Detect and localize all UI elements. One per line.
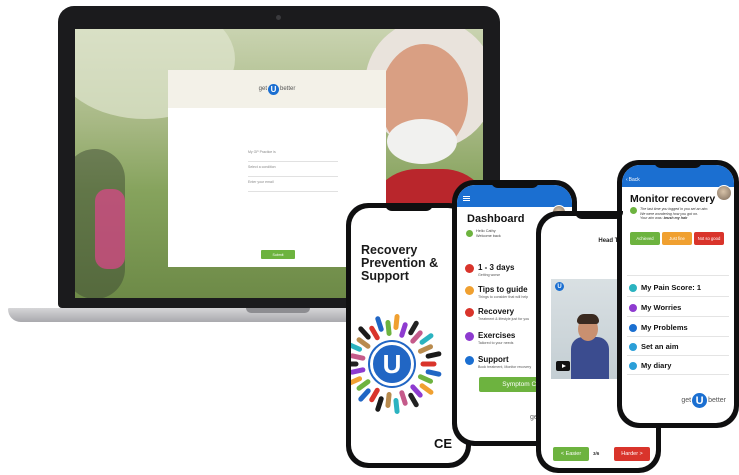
pain-score-icon bbox=[629, 283, 637, 292]
set-aim-item[interactable]: Set an aim bbox=[629, 342, 679, 351]
recovery-screen: Recovery Prevention & Support U CE bbox=[351, 208, 466, 463]
play-icon bbox=[465, 332, 474, 341]
hamburger-menu-icon[interactable] bbox=[463, 196, 470, 201]
gp-practice-field[interactable]: My GP Practice is bbox=[248, 150, 338, 162]
condition-select[interactable]: Select a condition bbox=[248, 165, 338, 177]
support-icon bbox=[465, 356, 474, 365]
diary-icon bbox=[629, 361, 637, 370]
worries-item[interactable]: My Worries bbox=[629, 303, 681, 312]
person-figure bbox=[420, 361, 437, 367]
recovery-title: Recovery Prevention & Support bbox=[361, 243, 439, 283]
camera-icon bbox=[276, 15, 281, 20]
getubetter-logo: get U better bbox=[681, 393, 726, 408]
lightbulb-icon bbox=[465, 286, 474, 295]
page-title: Monitor recovery bbox=[630, 193, 716, 205]
person-figure bbox=[351, 352, 366, 361]
dashboard-item-recovery[interactable]: Recovery Treatment & lifestyle just for … bbox=[465, 307, 529, 321]
email-field[interactable]: Enter your email bbox=[248, 180, 338, 192]
aim-icon bbox=[629, 342, 637, 351]
person-figure bbox=[351, 361, 359, 367]
worries-icon bbox=[629, 303, 637, 312]
login-header: get U better bbox=[168, 70, 386, 108]
person-figure bbox=[398, 321, 409, 339]
person-figure bbox=[351, 367, 366, 376]
chat-icon bbox=[466, 230, 473, 237]
monitor-screen: ‹ Back Monitor recovery The last time yo… bbox=[622, 165, 734, 423]
just-fine-button[interactable]: Just fine bbox=[662, 232, 692, 245]
dashboard-item-days[interactable]: 1 - 3 days Getting worse bbox=[465, 263, 514, 277]
ce-mark: CE bbox=[433, 436, 452, 451]
top-bar: ‹ Back bbox=[622, 165, 734, 187]
person-figure bbox=[425, 368, 442, 377]
back-button[interactable]: ‹ Back bbox=[626, 177, 640, 183]
diary-item[interactable]: My diary bbox=[629, 361, 671, 370]
aim-message: The last time you logged in you set an a… bbox=[630, 207, 730, 221]
dashboard-item-tips[interactable]: Tips to guide Things to consider that wi… bbox=[465, 285, 528, 299]
exercise-counter: 3/6 bbox=[593, 451, 600, 456]
getubetter-logo: get U better bbox=[258, 83, 296, 95]
person-figure bbox=[425, 351, 442, 360]
problems-icon bbox=[629, 323, 637, 332]
person-figure bbox=[393, 397, 401, 414]
dashboard-item-support[interactable]: Support Book treatment, Monitor recovery bbox=[465, 355, 531, 369]
chevron-left-icon: ‹ bbox=[626, 177, 628, 183]
recovery-icon bbox=[465, 308, 474, 317]
video-logo: U bbox=[555, 282, 564, 291]
product-showcase: get U better My GP Practice is Select a … bbox=[0, 0, 739, 475]
problems-item[interactable]: My Problems bbox=[629, 323, 688, 332]
dashboard-item-exercises[interactable]: Exercises Tailored to your needs bbox=[465, 331, 515, 345]
person-figure bbox=[385, 319, 393, 337]
submit-button[interactable]: Submit bbox=[261, 250, 295, 259]
top-bar bbox=[457, 185, 572, 207]
easier-button[interactable]: < Easier bbox=[553, 447, 589, 461]
person-figure bbox=[393, 314, 401, 331]
person-figure bbox=[398, 389, 409, 407]
person-figure bbox=[374, 395, 385, 413]
avatar[interactable] bbox=[716, 185, 732, 201]
achieved-button[interactable]: Achieved bbox=[630, 232, 660, 245]
phone-monitor: ‹ Back Monitor recovery The last time yo… bbox=[617, 160, 739, 428]
page-title: Dashboard bbox=[467, 213, 525, 225]
play-icon[interactable] bbox=[556, 361, 570, 371]
harder-button[interactable]: Harder > bbox=[614, 447, 650, 461]
pain-score-item[interactable]: My Pain Score: 1 bbox=[629, 283, 701, 292]
person-figure bbox=[385, 391, 393, 409]
not-so-good-button[interactable]: Not so good bbox=[694, 232, 724, 245]
heart-icon bbox=[465, 264, 474, 273]
u-emblem: U bbox=[370, 342, 414, 386]
chat-icon bbox=[630, 207, 637, 214]
greeting: Hello Cathy Welcome back bbox=[466, 229, 501, 239]
